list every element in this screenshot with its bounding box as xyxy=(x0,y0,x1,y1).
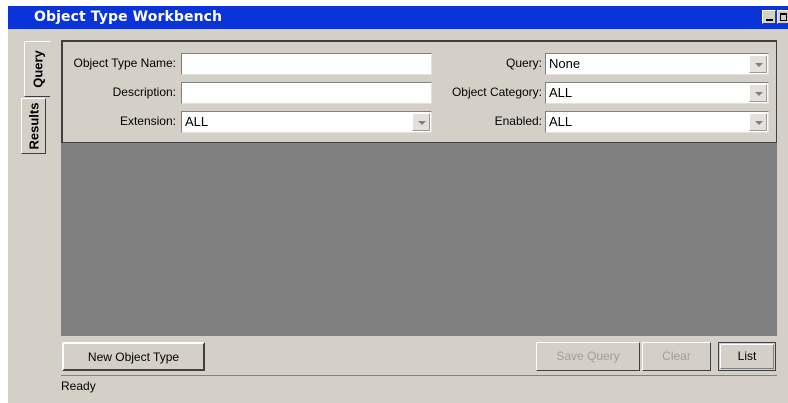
enabled-label: Enabled: xyxy=(494,114,542,128)
query-label: Query: xyxy=(505,56,542,70)
tab-results[interactable]: Results xyxy=(21,98,46,154)
query-value: None xyxy=(549,56,581,71)
object-category-label: Object Category: xyxy=(451,85,542,99)
description-label: Description: xyxy=(112,85,176,99)
new-object-type-button[interactable]: New Object Type xyxy=(62,342,205,371)
extension-value: ALL xyxy=(185,114,209,129)
chevron-down-icon[interactable] xyxy=(749,84,767,102)
object-type-name-label: Object Type Name: xyxy=(73,56,177,70)
status-text: Ready xyxy=(61,379,96,393)
workbench-window: Object Type Workbench Query Results Obje… xyxy=(8,6,788,403)
minimize-button[interactable] xyxy=(762,10,776,24)
maximize-icon xyxy=(780,13,787,21)
window-title: Object Type Workbench xyxy=(34,9,223,25)
results-area xyxy=(61,143,777,336)
tab-query[interactable]: Query xyxy=(24,41,50,97)
extension-label: Extension: xyxy=(119,114,176,128)
save-query-button[interactable]: Save Query xyxy=(536,342,640,371)
object-type-name-field[interactable] xyxy=(181,53,432,75)
object-category-select[interactable]: ALL xyxy=(545,82,769,104)
query-panel: Object Type Name: Description: Extension… xyxy=(61,40,777,143)
extension-select[interactable]: ALL xyxy=(181,111,432,133)
object-category-value: ALL xyxy=(549,85,573,100)
query-select[interactable]: None xyxy=(545,53,769,75)
title-bar[interactable]: Object Type Workbench xyxy=(8,6,788,29)
enabled-value: ALL xyxy=(549,114,573,129)
minimize-icon xyxy=(766,19,773,21)
list-button[interactable]: List xyxy=(718,342,776,371)
chevron-down-icon[interactable] xyxy=(412,113,430,131)
description-field[interactable] xyxy=(181,82,432,104)
list-button-label: List xyxy=(737,349,757,363)
clear-button[interactable]: Clear xyxy=(642,342,711,371)
tab-results-label: Results xyxy=(26,102,41,150)
tab-strip: Query Results xyxy=(21,41,59,161)
tab-query-label: Query xyxy=(30,50,45,88)
status-bar: Ready xyxy=(61,375,777,395)
chevron-down-icon[interactable] xyxy=(749,113,767,131)
enabled-select[interactable]: ALL xyxy=(545,111,769,133)
maximize-button[interactable] xyxy=(777,10,788,24)
chevron-down-icon[interactable] xyxy=(749,55,767,73)
